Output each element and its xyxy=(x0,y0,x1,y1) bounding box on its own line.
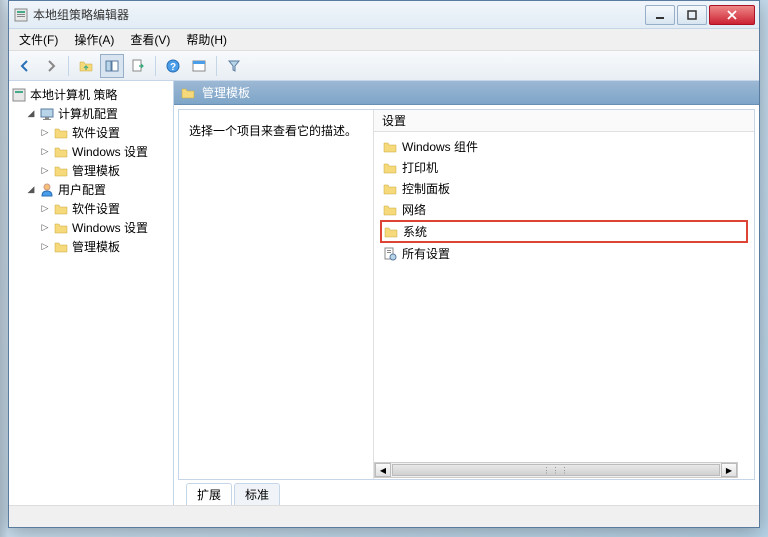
window-controls xyxy=(643,5,755,25)
tab-standard[interactable]: 标准 xyxy=(234,483,280,505)
tree-cc-templates[interactable]: ▷ 管理模板 xyxy=(39,161,171,180)
expand-icon[interactable]: ▷ xyxy=(39,241,51,253)
scroll-thumb[interactable]: ⋮⋮⋮ xyxy=(392,464,720,476)
collapse-icon[interactable]: ◢ xyxy=(25,184,37,196)
expand-icon[interactable]: ▷ xyxy=(39,146,51,158)
scroll-left-button[interactable]: ◀ xyxy=(375,463,391,477)
horizontal-scroll-area: ◀ ⋮⋮⋮ ▶ xyxy=(179,461,754,479)
content-title: 管理模板 xyxy=(202,84,250,101)
gpedit-window: 本地组策略编辑器 文件(F) 操作(A) 查看(V) 帮助(H) ? 本地计算机… xyxy=(8,0,760,528)
list-item-system[interactable]: 系统 xyxy=(380,220,748,243)
settings-list[interactable]: Windows 组件 打印机 控制面板 网络 xyxy=(374,132,754,479)
tree-uc-software[interactable]: ▷ 软件设置 xyxy=(39,199,171,218)
tree-user-config[interactable]: ◢ 用户配置 xyxy=(25,180,171,199)
folder-icon xyxy=(382,181,398,197)
back-button[interactable] xyxy=(13,54,37,78)
scroll-right-button[interactable]: ▶ xyxy=(721,463,737,477)
folder-icon xyxy=(382,160,398,176)
column-header-settings[interactable]: 设置 xyxy=(374,110,754,132)
list-item-network[interactable]: 网络 xyxy=(380,199,748,220)
tab-extended[interactable]: 扩展 xyxy=(186,483,232,505)
tree-panel[interactable]: 本地计算机 策略 ◢ 计算机配置 ▷ 软件设置 ▷ xyxy=(9,81,174,505)
content-body: 选择一个项目来查看它的描述。 设置 Windows 组件 打印机 xyxy=(178,109,755,480)
folder-icon xyxy=(382,139,398,155)
expand-icon[interactable]: ▷ xyxy=(39,165,51,177)
filter-button[interactable] xyxy=(222,54,246,78)
show-hide-tree-button[interactable] xyxy=(100,54,124,78)
forward-button[interactable] xyxy=(39,54,63,78)
tree-cc-windows[interactable]: ▷ Windows 设置 xyxy=(39,142,171,161)
folder-icon xyxy=(53,239,69,255)
menu-view[interactable]: 查看(V) xyxy=(122,29,178,50)
list-item-printers[interactable]: 打印机 xyxy=(380,157,748,178)
close-button[interactable] xyxy=(709,5,755,25)
tree-root[interactable]: 本地计算机 策略 xyxy=(11,85,171,104)
folder-icon xyxy=(53,125,69,141)
view-tabs: 扩展 标准 xyxy=(174,483,759,505)
horizontal-scrollbar[interactable]: ◀ ⋮⋮⋮ ▶ xyxy=(374,462,738,478)
collapse-icon[interactable]: ◢ xyxy=(25,108,37,120)
properties-button[interactable] xyxy=(187,54,211,78)
minimize-button[interactable] xyxy=(645,5,675,25)
maximize-button[interactable] xyxy=(677,5,707,25)
list-item-all-settings[interactable]: 所有设置 xyxy=(380,243,748,264)
help-button[interactable]: ? xyxy=(161,54,185,78)
tree-cc-software[interactable]: ▷ 软件设置 xyxy=(39,123,171,142)
content-panel: 管理模板 选择一个项目来查看它的描述。 设置 Windows 组件 xyxy=(174,81,759,505)
up-button[interactable] xyxy=(74,54,98,78)
menu-file[interactable]: 文件(F) xyxy=(11,29,66,50)
folder-icon xyxy=(383,224,399,240)
app-icon xyxy=(13,7,29,23)
folder-icon xyxy=(382,202,398,218)
menu-action[interactable]: 操作(A) xyxy=(66,29,122,50)
statusbar xyxy=(9,505,759,527)
tree-uc-windows[interactable]: ▷ Windows 设置 xyxy=(39,218,171,237)
content-header: 管理模板 xyxy=(174,81,759,105)
folder-icon xyxy=(53,163,69,179)
settings-icon xyxy=(382,246,398,262)
settings-list-column: 设置 Windows 组件 打印机 控制面板 xyxy=(374,110,754,479)
list-item-control-panel[interactable]: 控制面板 xyxy=(380,178,748,199)
user-icon xyxy=(39,182,55,198)
menubar: 文件(F) 操作(A) 查看(V) 帮助(H) xyxy=(9,29,759,51)
list-item-windows-components[interactable]: Windows 组件 xyxy=(380,136,748,157)
description-text: 选择一个项目来查看它的描述。 xyxy=(189,124,357,138)
tree-uc-templates[interactable]: ▷ 管理模板 xyxy=(39,237,171,256)
policy-icon xyxy=(11,87,27,103)
expand-icon[interactable]: ▷ xyxy=(39,222,51,234)
expand-icon[interactable]: ▷ xyxy=(39,203,51,215)
toolbar: ? xyxy=(9,51,759,81)
window-title: 本地组策略编辑器 xyxy=(33,6,643,23)
menu-help[interactable]: 帮助(H) xyxy=(178,29,235,50)
expand-icon[interactable]: ▷ xyxy=(39,127,51,139)
export-list-button[interactable] xyxy=(126,54,150,78)
titlebar[interactable]: 本地组策略编辑器 xyxy=(9,1,759,29)
tree-computer-config[interactable]: ◢ 计算机配置 xyxy=(25,104,171,123)
folder-icon xyxy=(53,144,69,160)
computer-icon xyxy=(39,106,55,122)
description-column: 选择一个项目来查看它的描述。 xyxy=(179,110,374,479)
main-area: 本地计算机 策略 ◢ 计算机配置 ▷ 软件设置 ▷ xyxy=(9,81,759,505)
folder-icon xyxy=(180,85,196,101)
folder-icon xyxy=(53,201,69,217)
svg-text:?: ? xyxy=(170,62,176,73)
folder-icon xyxy=(53,220,69,236)
